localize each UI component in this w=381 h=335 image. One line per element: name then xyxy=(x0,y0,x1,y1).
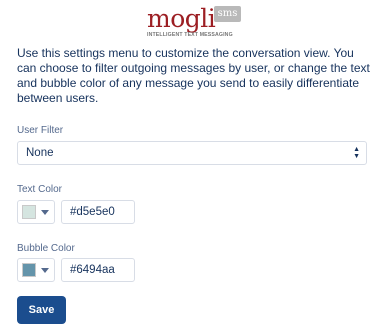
logo-wordmark: mogli xyxy=(147,4,216,33)
text-color-hex-input[interactable]: #d5e5e0 xyxy=(61,200,135,224)
save-button[interactable]: Save xyxy=(17,296,66,324)
chevron-down-icon xyxy=(41,210,49,215)
bubble-color-swatch xyxy=(22,263,36,277)
logo-sms-badge: sms xyxy=(214,6,241,22)
bubble-color-picker-button[interactable] xyxy=(17,258,55,282)
settings-description: Use this settings menu to customize the … xyxy=(17,46,370,105)
text-color-picker-button[interactable] xyxy=(17,200,55,224)
user-filter-value: None xyxy=(26,147,54,159)
text-color-swatch xyxy=(22,205,36,219)
bubble-color-label: Bubble Color xyxy=(17,243,75,254)
text-color-label: Text Color xyxy=(17,184,63,195)
mogli-sms-logo: mogli sms INTELLIGENT TEXT MESSAGING xyxy=(147,2,253,42)
bubble-color-hex-input[interactable]: #6494aa xyxy=(61,258,135,282)
chevron-down-icon xyxy=(41,268,49,273)
logo-tagline: INTELLIGENT TEXT MESSAGING xyxy=(147,32,233,38)
user-filter-label: User Filter xyxy=(17,125,64,136)
user-filter-select[interactable]: None ▲ ▼ xyxy=(17,141,367,165)
up-down-arrows-icon: ▲ ▼ xyxy=(353,146,360,160)
